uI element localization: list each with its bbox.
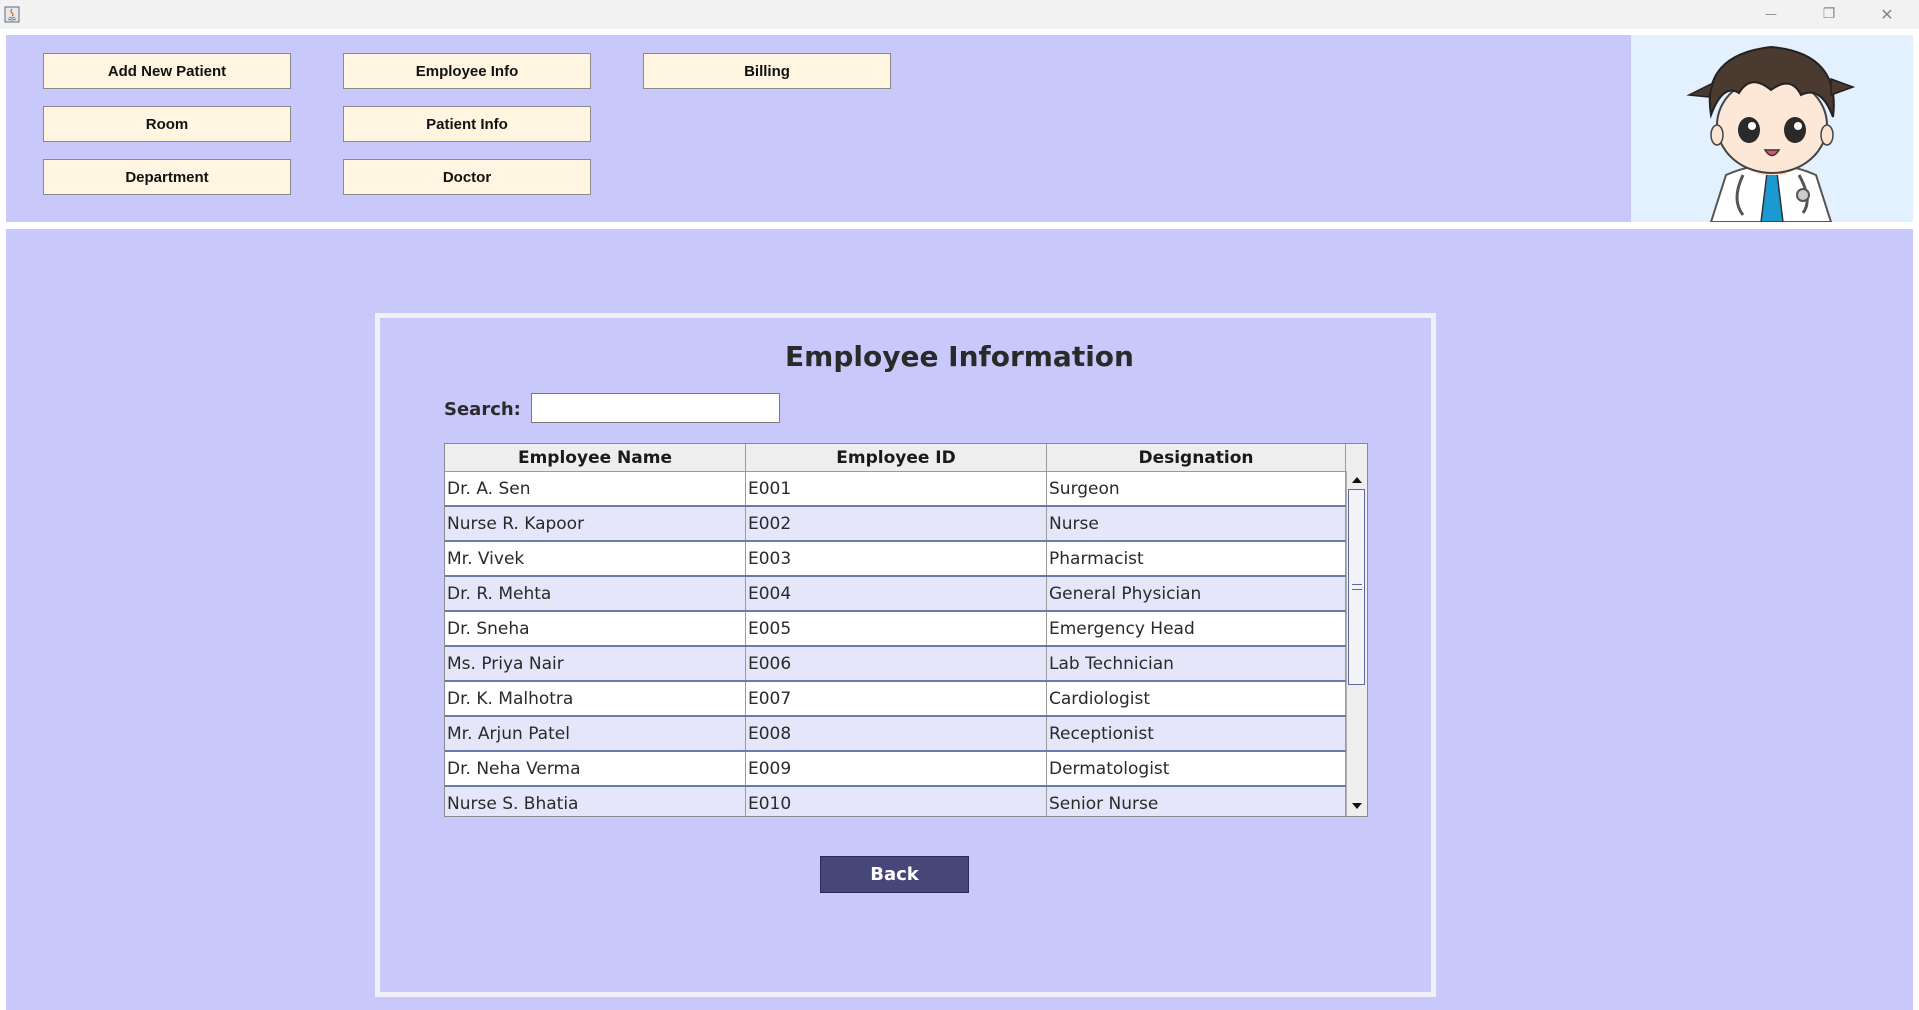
maximize-button[interactable]: ❐	[1800, 0, 1858, 28]
table-row[interactable]: Dr. K. Malhotra E007 Cardiologist	[445, 682, 1346, 717]
designation-cell[interactable]: Nurse	[1047, 507, 1346, 540]
designation-cell[interactable]: General Physician	[1047, 577, 1346, 610]
column-header-designation[interactable]: Designation	[1047, 444, 1346, 471]
patient-info-button[interactable]: Patient Info	[343, 106, 591, 142]
table-row[interactable]: Dr. Sneha E005 Emergency Head	[445, 612, 1346, 647]
restore-icon: ❐	[1822, 6, 1836, 22]
column-header-employee-id[interactable]: Employee ID	[746, 444, 1047, 471]
table-row[interactable]: Mr. Arjun Patel E008 Receptionist	[445, 717, 1346, 752]
doctor-button[interactable]: Doctor	[343, 159, 591, 195]
doctor-avatar-illustration	[1686, 45, 1856, 222]
arrow-up-icon	[1352, 477, 1362, 483]
employee-name-cell[interactable]: Dr. Neha Verma	[445, 752, 746, 785]
window-border	[1913, 35, 1919, 1010]
table-header-corner	[1346, 444, 1367, 472]
table-body: Dr. A. Sen E001 Surgeon Nurse R. Kapoor …	[445, 472, 1346, 816]
column-header-employee-name[interactable]: Employee Name	[445, 444, 746, 471]
employee-id-cell[interactable]: E005	[746, 612, 1047, 645]
grip-icon	[1351, 584, 1362, 590]
designation-cell[interactable]: Emergency Head	[1047, 612, 1346, 645]
designation-cell[interactable]: Cardiologist	[1047, 682, 1346, 715]
employee-name-cell[interactable]: Dr. Sneha	[445, 612, 746, 645]
employee-name-cell[interactable]: Dr. A. Sen	[445, 472, 746, 505]
close-button[interactable]: ✕	[1858, 0, 1916, 28]
page-title: Employee Information	[785, 340, 1134, 373]
employee-name-cell[interactable]: Mr. Arjun Patel	[445, 717, 746, 750]
table-row[interactable]: Dr. R. Mehta E004 General Physician	[445, 577, 1346, 612]
designation-cell[interactable]: Receptionist	[1047, 717, 1346, 750]
designation-cell[interactable]: Lab Technician	[1047, 647, 1346, 680]
minimize-icon: —	[1765, 7, 1777, 21]
department-button[interactable]: Department	[43, 159, 291, 195]
table-row[interactable]: Dr. A. Sen E001 Surgeon	[445, 472, 1346, 507]
scroll-down-button[interactable]	[1347, 797, 1367, 815]
employee-info-button[interactable]: Employee Info	[343, 53, 591, 89]
table-row[interactable]: Nurse R. Kapoor E002 Nurse	[445, 507, 1346, 542]
top-nav-panel: Add New Patient Employee Info Billing Ro…	[6, 35, 1631, 222]
designation-cell[interactable]: Senior Nurse	[1047, 787, 1346, 816]
close-icon: ✕	[1880, 4, 1894, 24]
employee-table: Employee Name Employee ID Designation Dr…	[444, 443, 1368, 817]
employee-id-cell[interactable]: E010	[746, 787, 1047, 816]
search-label: Search:	[444, 399, 521, 420]
window-titlebar: — ❐ ✕	[0, 0, 1919, 29]
back-button[interactable]: Back	[820, 856, 969, 893]
table-header: Employee Name Employee ID Designation	[445, 444, 1346, 472]
arrow-down-icon	[1352, 803, 1362, 809]
employee-name-cell[interactable]: Mr. Vivek	[445, 542, 746, 575]
employee-id-cell[interactable]: E009	[746, 752, 1047, 785]
search-input[interactable]	[531, 393, 780, 423]
employee-id-cell[interactable]: E006	[746, 647, 1047, 680]
add-new-patient-button[interactable]: Add New Patient	[43, 53, 291, 89]
designation-cell[interactable]: Dermatologist	[1047, 752, 1346, 785]
scroll-up-button[interactable]	[1347, 471, 1367, 489]
employee-id-cell[interactable]: E002	[746, 507, 1047, 540]
employee-id-cell[interactable]: E007	[746, 682, 1047, 715]
employee-id-cell[interactable]: E008	[746, 717, 1047, 750]
table-vertical-scrollbar[interactable]	[1346, 471, 1367, 816]
employee-name-cell[interactable]: Nurse S. Bhatia	[445, 787, 746, 816]
table-row[interactable]: Nurse S. Bhatia E010 Senior Nurse	[445, 787, 1346, 816]
scroll-thumb[interactable]	[1348, 489, 1365, 685]
table-row[interactable]: Dr. Neha Verma E009 Dermatologist	[445, 752, 1346, 787]
employee-id-cell[interactable]: E001	[746, 472, 1047, 505]
doctor-avatar-panel	[1631, 35, 1913, 222]
employee-name-cell[interactable]: Dr. R. Mehta	[445, 577, 746, 610]
employee-name-cell[interactable]: Dr. K. Malhotra	[445, 682, 746, 715]
billing-button[interactable]: Billing	[643, 53, 891, 89]
employee-id-cell[interactable]: E004	[746, 577, 1047, 610]
designation-cell[interactable]: Pharmacist	[1047, 542, 1346, 575]
minimize-button[interactable]: —	[1742, 0, 1800, 28]
table-row[interactable]: Mr. Vivek E003 Pharmacist	[445, 542, 1346, 577]
designation-cell[interactable]: Surgeon	[1047, 472, 1346, 505]
employee-name-cell[interactable]: Ms. Priya Nair	[445, 647, 746, 680]
table-row[interactable]: Ms. Priya Nair E006 Lab Technician	[445, 647, 1346, 682]
employee-id-cell[interactable]: E003	[746, 542, 1047, 575]
employee-name-cell[interactable]: Nurse R. Kapoor	[445, 507, 746, 540]
room-button[interactable]: Room	[43, 106, 291, 142]
java-app-icon	[4, 6, 20, 23]
